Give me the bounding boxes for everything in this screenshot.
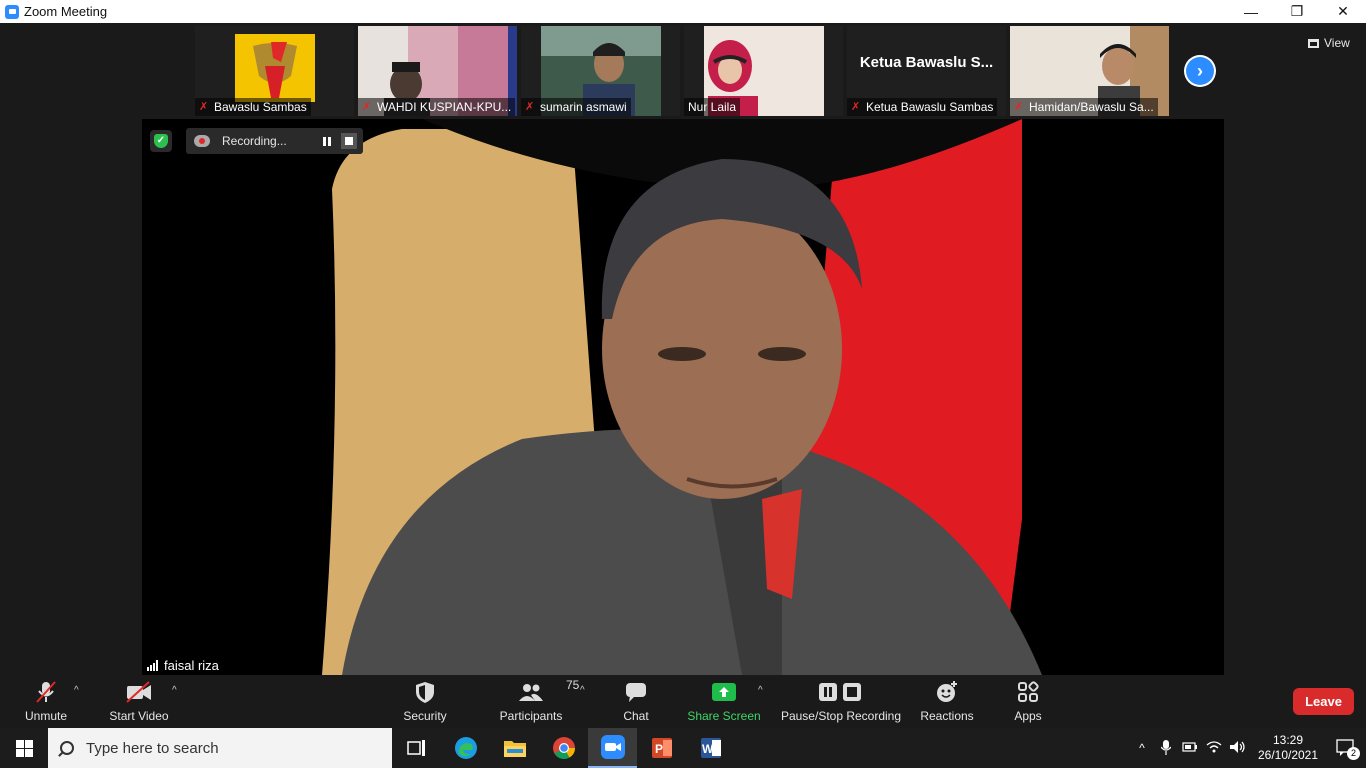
participant-display-name: Ketua Bawaslu S... [859,54,994,71]
mic-muted-icon: ✗ [851,101,861,113]
participant-tile[interactable]: ✗ Hamidan/Bawaslu Sa... [1010,26,1169,116]
recording-indicator: Recording... [186,128,363,154]
shield-icon [414,679,436,705]
stop-recording-button[interactable] [340,133,357,149]
word-button[interactable]: W [686,728,735,768]
zoom-icon [5,4,19,19]
participant-tile[interactable]: ✗ Bawaslu Sambas [195,26,354,116]
task-view-button[interactable] [392,728,441,768]
apps-icon [1017,679,1039,705]
powerpoint-icon: P [651,738,672,758]
cloud-recording-icon [194,135,210,147]
participant-name: ✗ Bawaslu Sambas [195,98,311,116]
window-title: Zoom Meeting [24,4,108,19]
powerpoint-button[interactable]: P [637,728,686,768]
participants-count: 75 [566,678,580,692]
taskbar-clock[interactable]: 13:29 26/10/2021 [1250,733,1326,763]
mic-muted-icon: ✗ [1014,101,1024,113]
start-video-button[interactable]: Start Video [106,679,172,725]
audio-options-caret[interactable]: ^ [74,685,79,696]
pause-recording-button[interactable] [319,133,335,149]
share-screen-button[interactable]: Share Screen [687,679,761,725]
file-explorer-button[interactable] [490,728,539,768]
participants-icon: 75 [518,678,579,705]
speaker-name-label: faisal riza [142,655,224,675]
speaker-video-frame [142,119,1224,675]
title-bar: Zoom Meeting — ❐ ✕ [0,0,1366,23]
participant-tile[interactable]: ✗ sumarin asmawi [521,26,680,116]
next-page-button[interactable]: › [1184,55,1216,87]
edge-icon [454,737,477,759]
participant-tile[interactable]: Ketua Bawaslu S... ✗ Ketua Bawaslu Samba… [847,26,1006,116]
restore-button[interactable]: ❐ [1274,0,1320,23]
meeting-area: ✗ Bawaslu Sambas ✗ WAHDI KUSPIAN-KPU... [0,23,1366,675]
chat-icon [624,679,648,705]
chevron-right-icon: › [1186,57,1214,85]
mic-muted-icon: ✗ [362,101,372,113]
leave-button[interactable]: Leave [1293,688,1354,715]
chrome-button[interactable] [539,728,588,768]
mic-muted-icon [34,679,58,705]
apps-button[interactable]: Apps [1008,679,1048,725]
notification-count: 2 [1347,747,1360,760]
participant-name: ✗ WAHDI KUSPIAN-KPU... [358,98,516,116]
smiley-icon [935,679,959,705]
participant-name: Nur Laila [684,98,741,116]
signal-strength-icon [147,659,158,671]
windows-taskbar: Type here to search P W ^ 13:29 26/10/20… [0,728,1366,768]
reactions-button[interactable]: Reactions [918,679,976,725]
stop-icon [344,137,353,145]
svg-text:W: W [702,742,714,756]
search-icon [60,741,74,755]
pause-icon [322,136,331,146]
participant-name: ✗ Hamidan/Bawaslu Sa... [1010,98,1158,116]
start-button[interactable] [0,728,48,768]
taskbar-search[interactable]: Type here to search [48,728,392,768]
participant-tile[interactable]: ✗ WAHDI KUSPIAN-KPU... [358,26,517,116]
word-icon: W [700,738,721,758]
share-options-caret[interactable]: ^ [758,685,763,696]
video-off-icon [125,679,153,705]
participants-options-caret[interactable]: ^ [580,685,585,696]
minimize-button[interactable]: — [1228,0,1274,23]
notifications-button[interactable]: 2 [1326,728,1366,768]
participant-name: ✗ sumarin asmawi [521,98,631,116]
participants-button[interactable]: 75 Participants [498,678,580,725]
folder-icon [503,741,526,757]
meeting-toolbar: Unmute ^ Start Video ^ Security 75 Parti… [0,675,1366,728]
microphone-icon[interactable] [1154,739,1178,758]
mic-muted-icon: ✗ [199,101,209,113]
zoom-icon [600,735,625,759]
recording-controls-icon [817,679,865,705]
system-tray: ^ 13:29 26/10/2021 2 [1130,728,1366,768]
task-view-icon [406,740,425,756]
share-screen-icon [711,679,737,705]
security-button[interactable]: Security [400,679,450,725]
close-button[interactable]: ✕ [1320,0,1366,23]
shield-check-icon[interactable]: ✓ [150,130,172,152]
video-options-caret[interactable]: ^ [172,685,177,696]
view-button[interactable]: View [1302,33,1356,53]
participant-name: ✗ Ketua Bawaslu Sambas [847,98,998,116]
edge-button[interactable] [441,728,490,768]
participant-tile[interactable]: Nur Laila [684,26,843,116]
chat-button[interactable]: Chat [616,679,656,725]
active-speaker-video [142,119,1224,675]
unmute-button[interactable]: Unmute [20,679,72,725]
chevron-up-icon[interactable]: ^ [1130,741,1154,755]
recording-bar: ✓ Recording... [150,127,363,155]
wifi-icon[interactable] [1202,740,1226,757]
mic-muted-icon: ✗ [525,101,535,113]
windows-icon [15,739,33,757]
volume-icon[interactable] [1226,740,1250,757]
battery-icon[interactable] [1178,741,1202,756]
grid-view-icon [1308,38,1319,48]
chrome-icon [552,737,575,759]
zoom-taskbar-button[interactable] [588,728,637,768]
pause-stop-recording-button[interactable]: Pause/Stop Recording [780,679,902,725]
gallery-strip: ✗ Bawaslu Sambas ✗ WAHDI KUSPIAN-KPU... [195,26,1169,116]
svg-text:P: P [655,742,663,756]
